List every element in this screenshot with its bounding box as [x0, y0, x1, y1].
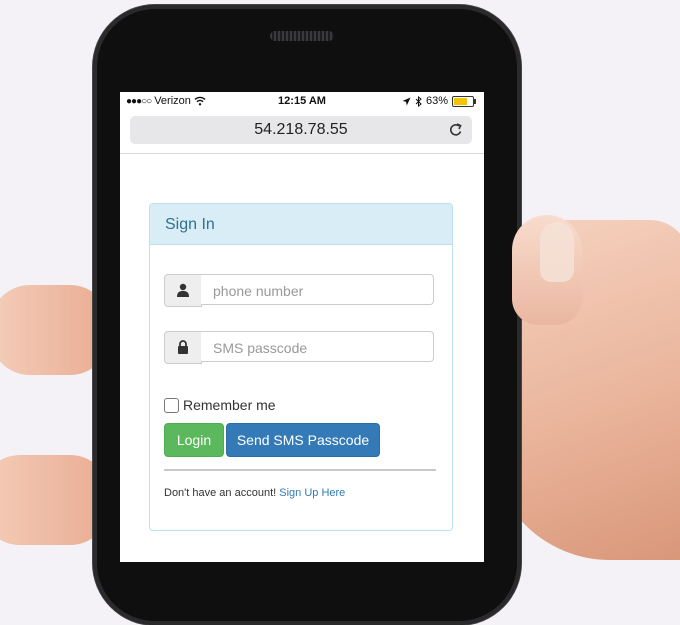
user-icon — [177, 283, 189, 297]
thumb-nail — [540, 222, 574, 282]
status-bar: ●●●○○ Verizon 12:15 AM 63% — [120, 92, 484, 112]
sign-in-panel: Sign In phone number SMS passcode Rememb… — [149, 203, 453, 531]
battery-percent: 63% — [425, 95, 448, 107]
bluetooth-icon — [415, 95, 422, 107]
phone-screen: ●●●○○ Verizon 12:15 AM 63% 54.218.78.55 — [120, 92, 484, 562]
sms-passcode-input[interactable]: SMS passcode — [201, 331, 434, 362]
remember-me[interactable]: Remember me — [164, 397, 276, 413]
signup-line: Don't have an account! Sign Up Here — [164, 487, 345, 499]
divider — [164, 469, 436, 471]
phone-addon — [164, 274, 202, 307]
passcode-placeholder: SMS passcode — [213, 340, 308, 356]
reload-icon[interactable] — [448, 122, 464, 138]
remember-me-checkbox[interactable] — [164, 397, 179, 413]
url-text[interactable]: 54.218.78.55 — [130, 121, 472, 139]
panel-title: Sign In — [165, 216, 215, 233]
send-sms-button[interactable]: Send SMS Passcode — [226, 423, 380, 457]
phone-placeholder: phone number — [213, 283, 304, 299]
lock-icon — [178, 340, 188, 354]
battery-icon — [452, 95, 476, 107]
phone-number-input[interactable]: phone number — [201, 274, 434, 305]
panel-heading: Sign In — [150, 204, 452, 245]
location-arrow-icon — [402, 97, 411, 105]
signup-prompt: Don't have an account! — [164, 487, 277, 499]
battery-level — [454, 97, 467, 105]
passcode-addon — [164, 331, 202, 364]
phone-input-group: phone number — [164, 274, 436, 307]
passcode-input-group: SMS passcode — [164, 331, 436, 364]
remember-me-label: Remember me — [183, 397, 276, 413]
address-bar[interactable]: 54.218.78.55 — [130, 116, 472, 144]
login-button[interactable]: Login — [164, 423, 224, 457]
divider — [120, 153, 484, 154]
signup-link[interactable]: Sign Up Here — [279, 487, 345, 499]
phone-speaker — [270, 31, 334, 41]
